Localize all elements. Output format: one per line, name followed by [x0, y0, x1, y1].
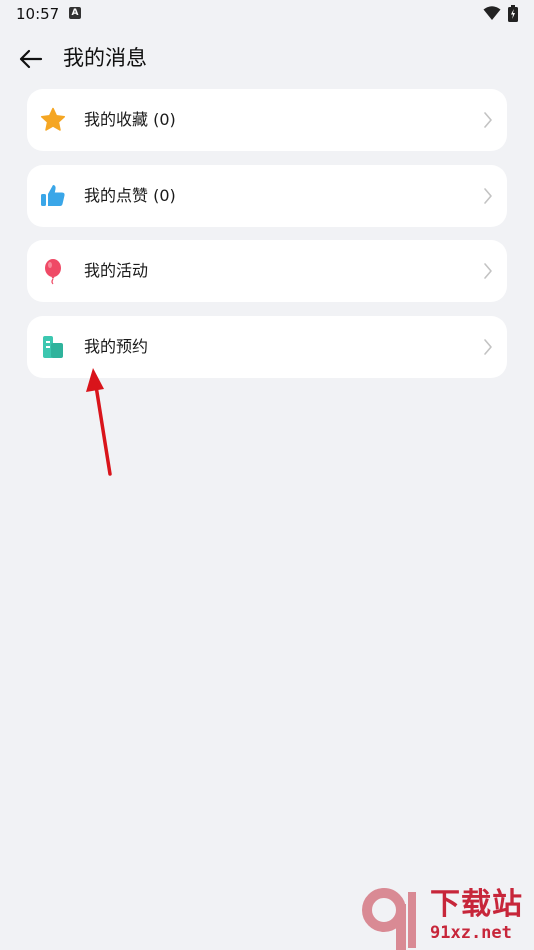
menu-item-label: 我的预约	[84, 337, 149, 356]
chevron-right-icon	[484, 339, 492, 355]
balloon-icon	[45, 259, 61, 285]
battery-icon	[508, 5, 518, 22]
notification-icon: A	[69, 7, 81, 19]
watermark: 下载站 91xz.net	[360, 886, 534, 950]
annotation-arrow-icon	[86, 368, 112, 476]
chevron-right-icon	[484, 112, 492, 128]
header: 我的消息	[0, 36, 534, 80]
page-title: 我的消息	[63, 46, 147, 70]
menu-item-favorites[interactable]: 我的收藏 (0)	[27, 89, 507, 151]
menu-item-activities[interactable]: 我的活动	[27, 240, 507, 302]
back-arrow-icon[interactable]	[16, 44, 46, 74]
menu-item-label: 我的收藏 (0)	[84, 110, 176, 129]
status-time: 10:57	[16, 5, 60, 23]
wifi-icon	[483, 6, 501, 20]
star-icon	[40, 107, 66, 131]
booking-icon	[43, 336, 63, 358]
watermark-logo-icon	[362, 888, 416, 950]
menu-item-label: 我的活动	[84, 261, 149, 280]
status-bar: 10:57 A	[0, 0, 534, 28]
chevron-right-icon	[484, 263, 492, 279]
menu-item-likes[interactable]: 我的点赞 (0)	[27, 165, 507, 227]
chevron-right-icon	[484, 188, 492, 204]
thumbs-up-icon	[41, 185, 65, 206]
menu-item-label: 我的点赞 (0)	[84, 186, 176, 205]
watermark-title: 下载站	[430, 887, 523, 922]
watermark-url: 91xz.net	[430, 923, 512, 943]
